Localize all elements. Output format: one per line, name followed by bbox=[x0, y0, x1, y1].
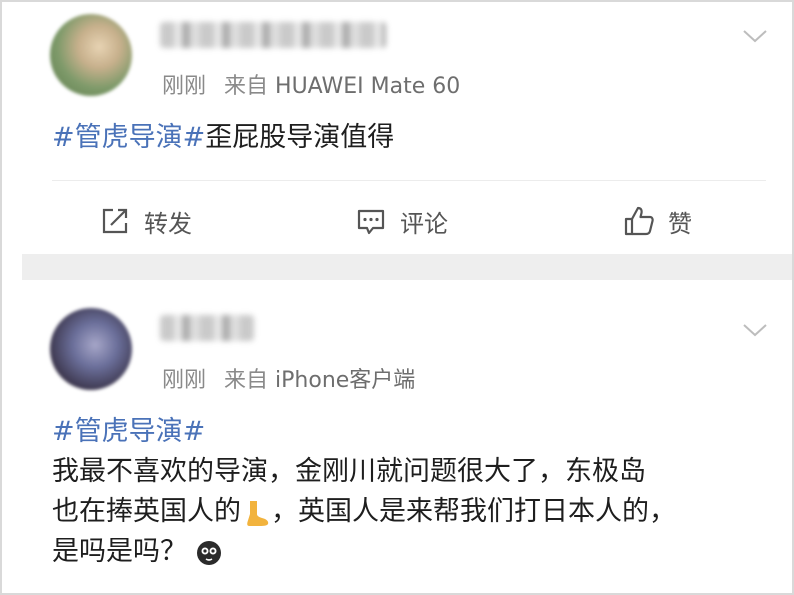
repost-icon bbox=[102, 208, 128, 234]
like-label: 赞 bbox=[668, 209, 692, 238]
skull-emoji bbox=[196, 540, 221, 565]
chevron-down-icon[interactable] bbox=[742, 322, 768, 338]
source-prefix: 来自 bbox=[224, 368, 269, 393]
username-blurred[interactable] bbox=[160, 315, 254, 341]
divider bbox=[52, 180, 766, 181]
repost-button[interactable]: 转发 bbox=[98, 197, 192, 245]
device-name: iPhone客户端 bbox=[275, 368, 416, 393]
post-card: 刚刚来自 HUAWEI Mate 60 #管虎导演#歪屁股导演值得 转发 评论 bbox=[2, 2, 792, 254]
device-name: HUAWEI Mate 60 bbox=[275, 74, 461, 99]
feed: 刚刚来自 HUAWEI Mate 60 #管虎导演#歪屁股导演值得 转发 评论 bbox=[0, 0, 794, 595]
post-body-line: 也在捧英国人的 bbox=[52, 496, 241, 527]
post-body-line: ，英国人是来帮我们打日本人的， bbox=[271, 496, 676, 527]
hashtag-link[interactable]: #管虎导演# bbox=[52, 122, 205, 153]
post-body-line: 是吗是吗？ bbox=[52, 536, 187, 567]
repost-label: 转发 bbox=[144, 209, 192, 238]
username-blurred[interactable] bbox=[160, 22, 386, 48]
foot-emoji bbox=[247, 500, 269, 526]
post-body-line: 我最不喜欢的导演，金刚川就问题很大了，东极岛 bbox=[52, 456, 646, 487]
post-text: #管虎导演# 我最不喜欢的导演，金刚川就问题很大了，东极岛 也在捧英国人的 ，英… bbox=[52, 412, 762, 572]
post-card: 刚刚 来自 iPhone客户端 #管虎导演# 我最不喜欢的导演，金刚川就问题很大了… bbox=[2, 280, 792, 593]
avatar[interactable] bbox=[50, 308, 132, 390]
post-meta: 刚刚 来自 iPhone客户端 bbox=[162, 362, 415, 394]
comment-icon bbox=[357, 209, 385, 235]
feed-separator bbox=[22, 254, 792, 280]
comment-button[interactable]: 评论 bbox=[354, 197, 448, 245]
action-bar: 转发 评论 赞 bbox=[2, 197, 792, 245]
post-time: 刚刚 bbox=[162, 74, 207, 99]
chevron-down-icon[interactable] bbox=[742, 28, 768, 44]
hashtag-link[interactable]: #管虎导演# bbox=[52, 416, 205, 447]
post-time: 刚刚 bbox=[162, 368, 207, 393]
like-icon bbox=[624, 206, 654, 236]
post-text: #管虎导演#歪屁股导演值得 bbox=[52, 118, 762, 158]
source-prefix: 来自 bbox=[224, 74, 269, 99]
post-body: 歪屁股导演值得 bbox=[205, 122, 395, 153]
avatar[interactable] bbox=[50, 14, 132, 96]
post-meta: 刚刚 来自 HUAWEI Mate 60 bbox=[162, 68, 460, 100]
comment-label: 评论 bbox=[400, 209, 448, 238]
like-button[interactable]: 赞 bbox=[622, 197, 692, 245]
